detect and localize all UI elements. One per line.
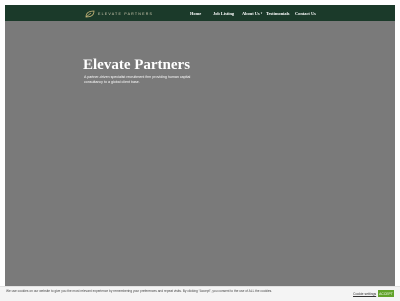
cookie-settings-link[interactable]: Cookie settings	[353, 292, 376, 296]
hero-description: A partner-driven specialist recruitment …	[84, 75, 191, 85]
nav-about-us[interactable]: About Us ▾	[242, 11, 262, 16]
nav-contact-us[interactable]: Contact Us	[295, 11, 316, 16]
brand-logo[interactable]: ELEVATE PARTNERS	[85, 9, 153, 18]
nav-home[interactable]: Home	[190, 11, 201, 16]
nav-testimonials[interactable]: Testimonials	[266, 11, 290, 16]
hero-title: Elevate Partners	[83, 57, 191, 73]
brand-name: ELEVATE PARTNERS	[98, 11, 154, 16]
leaf-logo-icon	[85, 10, 95, 17]
nav-about-us-label: About Us	[242, 10, 260, 16]
cookie-consent-bar: We use cookies on our website to give yo…	[0, 286, 400, 301]
accept-cookies-button[interactable]: ACCEPT	[378, 290, 394, 297]
page-frame: ELEVATE PARTNERS Home Job Listing About …	[5, 5, 395, 295]
cookie-message: We use cookies on our website to give yo…	[6, 289, 273, 293]
top-navbar: ELEVATE PARTNERS Home Job Listing About …	[5, 5, 395, 21]
chevron-down-icon: ▾	[260, 11, 263, 15]
nav-job-listing[interactable]: Job Listing	[213, 11, 234, 16]
